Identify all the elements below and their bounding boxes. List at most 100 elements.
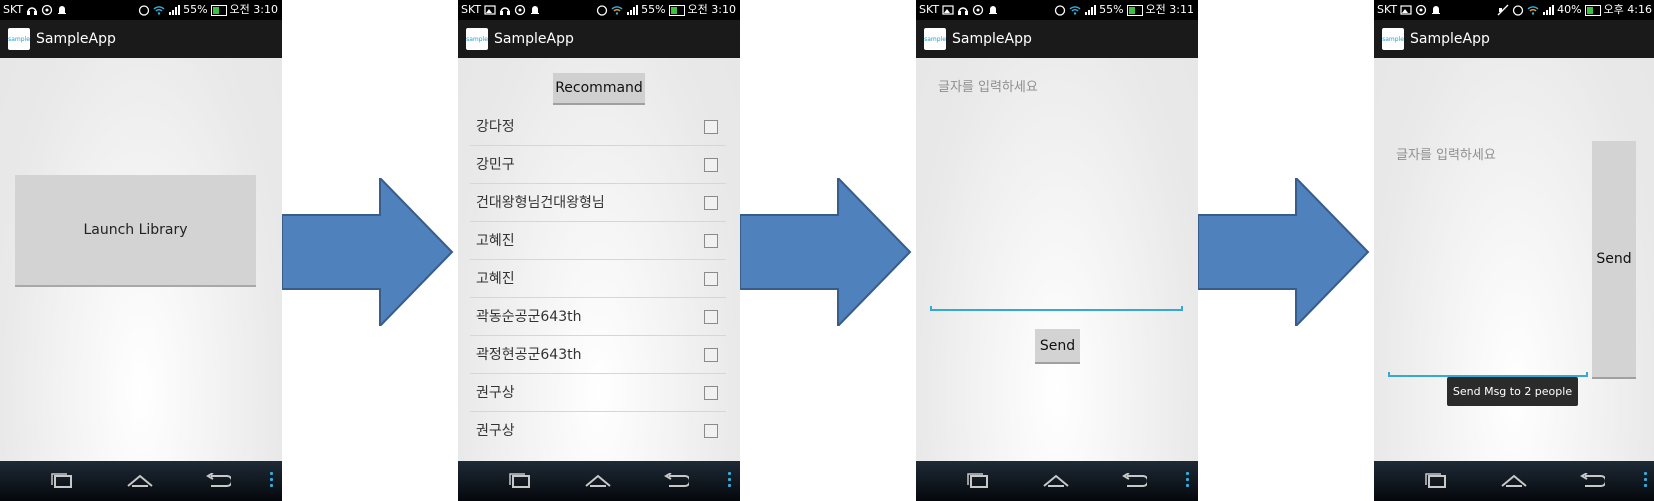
navigation-bar xyxy=(1374,461,1654,501)
contact-checkbox[interactable] xyxy=(704,386,718,400)
wifi-icon xyxy=(153,6,165,15)
launch-library-button[interactable]: Launch Library xyxy=(15,175,256,287)
app-title: SampleApp xyxy=(952,31,1032,47)
status-bar: SKT 40% 오후 4:16 xyxy=(1374,0,1654,20)
battery-icon xyxy=(1126,4,1143,16)
contact-name: 곽정현공군643th xyxy=(476,347,582,363)
contact-name: 강민구 xyxy=(476,157,515,173)
recent-apps-icon[interactable] xyxy=(48,471,76,491)
app-logo-icon: sample xyxy=(466,28,488,50)
navigation-bar xyxy=(458,461,740,501)
status-bar: SKT 55% 오전 3:11 xyxy=(916,0,1198,20)
carrier-label: SKT xyxy=(3,3,24,16)
app-logo-icon: sample xyxy=(1382,28,1404,50)
alarm-icon xyxy=(1054,5,1066,16)
menu-icon[interactable] xyxy=(728,472,732,490)
clock: 오전 3:10 xyxy=(229,3,278,16)
carrier-label: SKT xyxy=(919,3,940,16)
back-icon[interactable] xyxy=(204,471,232,491)
battery-percent: 55% xyxy=(641,3,666,16)
home-icon[interactable] xyxy=(126,471,154,491)
signal-icon xyxy=(627,5,639,15)
send-button[interactable]: Send xyxy=(1035,329,1080,364)
contact-checkbox[interactable] xyxy=(704,196,718,210)
recent-apps-icon[interactable] xyxy=(506,471,534,491)
app-title: SampleApp xyxy=(494,31,574,47)
contact-checkbox[interactable] xyxy=(704,234,718,248)
mute-icon xyxy=(1497,4,1509,16)
contact-list-item[interactable]: 강민구 xyxy=(470,145,726,184)
clock: 오후 4:16 xyxy=(1603,3,1652,16)
action-bar: sample SampleApp xyxy=(916,20,1198,58)
home-icon[interactable] xyxy=(1042,471,1070,491)
flow-arrow-icon xyxy=(282,178,454,326)
recent-apps-icon[interactable] xyxy=(964,471,992,491)
phone-screen-launcher: SKT 55% 오전 3:10 sample SampleApp Launch … xyxy=(0,0,282,501)
recommand-button[interactable]: Recommand xyxy=(553,73,645,105)
contact-name: 고혜진 xyxy=(476,271,515,287)
wifi-icon xyxy=(1527,6,1539,15)
menu-icon[interactable] xyxy=(270,472,274,490)
back-icon[interactable] xyxy=(1578,471,1606,491)
contact-checkbox[interactable] xyxy=(704,348,718,362)
contact-checkbox[interactable] xyxy=(704,158,718,172)
battery-percent: 40% xyxy=(1557,3,1582,16)
recent-apps-icon[interactable] xyxy=(1422,471,1450,491)
message-input-underline xyxy=(930,306,1183,311)
app-logo-icon: sample xyxy=(924,28,946,50)
notification-bell-icon xyxy=(58,6,67,14)
headset-icon xyxy=(27,7,38,15)
contact-list-item[interactable]: 곽동순공군643th xyxy=(470,297,726,336)
contact-name: 강다정 xyxy=(476,119,515,135)
menu-icon[interactable] xyxy=(1186,472,1190,490)
contact-checkbox[interactable] xyxy=(704,424,718,438)
status-bar: SKT 55% 오전 3:10 xyxy=(0,0,282,20)
contact-list-item[interactable]: 강다정 xyxy=(470,107,726,146)
alarm-icon xyxy=(596,5,608,16)
back-icon[interactable] xyxy=(1120,471,1148,491)
signal-icon xyxy=(169,5,181,15)
back-icon[interactable] xyxy=(662,471,690,491)
phone-screen-contacts: SKT 55% 오전 3:10 sample SampleApp Recomma… xyxy=(458,0,740,501)
phone-screen-compose: SKT 55% 오전 3:11 sample SampleApp 글자를 입력하… xyxy=(916,0,1198,501)
toast-message: Send Msg to 2 people xyxy=(1447,377,1578,406)
headset-icon xyxy=(500,7,511,15)
notification-bell-icon xyxy=(989,6,998,14)
battery-icon xyxy=(1584,4,1601,16)
contact-list-item[interactable]: 권구상 xyxy=(470,373,726,412)
app-title: SampleApp xyxy=(1410,31,1490,47)
contact-list-item[interactable]: 곽정현공군643th xyxy=(470,335,726,374)
contact-name: 고혜진 xyxy=(476,233,515,249)
app-logo-icon: sample xyxy=(8,28,30,50)
phone-screen-sent: SKT 40% 오후 4:16 sample SampleApp 글자를 입력하… xyxy=(1374,0,1654,501)
home-icon[interactable] xyxy=(1500,471,1528,491)
contact-list-item[interactable]: 건대왕형님건대왕형님 xyxy=(470,183,726,222)
action-bar: sample SampleApp xyxy=(1374,20,1654,58)
contact-list-item[interactable]: 고혜진 xyxy=(470,221,726,260)
contact-checkbox[interactable] xyxy=(704,120,718,134)
sync-icon xyxy=(1415,4,1427,16)
action-bar: sample SampleApp xyxy=(458,20,740,58)
alarm-icon xyxy=(1512,5,1524,16)
home-icon[interactable] xyxy=(584,471,612,491)
contact-list-item[interactable]: 고혜진 xyxy=(470,259,726,298)
battery-icon xyxy=(668,4,685,16)
contact-name: 건대왕형님건대왕형님 xyxy=(476,195,605,211)
notification-bell-icon xyxy=(1432,6,1441,14)
sync-icon xyxy=(41,4,53,16)
contact-list-item[interactable]: 권구상 xyxy=(470,411,726,449)
battery-percent: 55% xyxy=(183,3,208,16)
signal-icon xyxy=(1543,5,1555,15)
notification-bell-icon xyxy=(531,6,540,14)
message-input[interactable]: 글자를 입력하세요 xyxy=(1396,144,1496,163)
navigation-bar xyxy=(916,461,1198,501)
image-icon xyxy=(942,5,954,15)
contact-checkbox[interactable] xyxy=(704,272,718,286)
menu-icon[interactable] xyxy=(1644,472,1648,490)
flow-arrow-icon xyxy=(1198,178,1370,326)
carrier-label: SKT xyxy=(1377,3,1398,16)
carrier-label: SKT xyxy=(461,3,482,16)
send-button[interactable]: Send xyxy=(1592,141,1636,379)
contact-checkbox[interactable] xyxy=(704,310,718,324)
message-input[interactable]: 글자를 입력하세요 xyxy=(938,76,1038,95)
